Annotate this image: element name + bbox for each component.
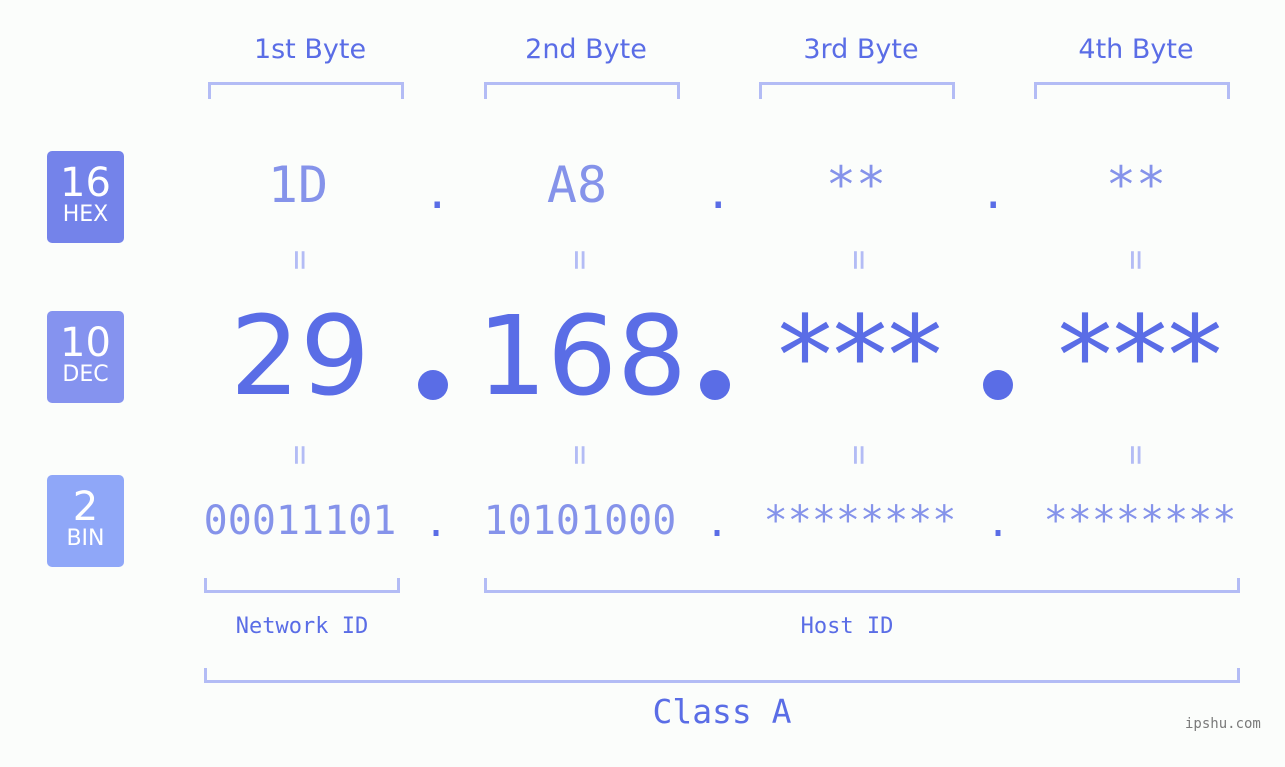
- equals-icon: =: [280, 249, 320, 271]
- byte-header-4: 4th Byte: [1078, 34, 1194, 65]
- equals-icon: =: [1116, 444, 1156, 466]
- host-id-bracket: [484, 578, 1240, 593]
- host-id-label: Host ID: [800, 614, 894, 639]
- dec-byte-2: 168: [477, 292, 687, 420]
- bin-dot-3: .: [986, 500, 1011, 546]
- class-label: Class A: [652, 692, 792, 731]
- equals-icon: =: [1116, 249, 1156, 271]
- byte-bracket-1: [208, 82, 404, 99]
- bin-badge-label: BIN: [66, 526, 105, 551]
- dec-byte-3: ***: [777, 292, 943, 420]
- equals-icon: =: [560, 249, 600, 271]
- equals-icon: =: [839, 444, 879, 466]
- byte-bracket-2: [484, 82, 680, 99]
- hex-badge: 16 HEX: [47, 151, 124, 243]
- hex-dot-2: .: [705, 168, 732, 219]
- byte-header-1: 1st Byte: [253, 34, 367, 65]
- equals-icon: =: [280, 444, 320, 466]
- hex-byte-4: **: [1105, 156, 1167, 214]
- hex-badge-number: 16: [60, 160, 111, 206]
- bin-badge: 2 BIN: [47, 475, 124, 567]
- dec-dot-3: [983, 370, 1013, 400]
- network-id-label: Network ID: [235, 614, 369, 639]
- byte-header-2: 2nd Byte: [525, 34, 647, 65]
- hex-badge-label: HEX: [62, 202, 109, 227]
- hex-dot-3: .: [980, 168, 1007, 219]
- equals-icon: =: [839, 249, 879, 271]
- bin-byte-2: 10101000: [483, 498, 677, 544]
- class-bracket: [204, 668, 1240, 683]
- hex-byte-1: 1D: [267, 156, 329, 214]
- hex-byte-2: A8: [546, 156, 608, 214]
- bin-dot-2: .: [705, 500, 730, 546]
- dec-byte-4: ***: [1057, 292, 1223, 420]
- dec-byte-1: 29: [230, 292, 370, 420]
- bin-dot-1: .: [424, 500, 449, 546]
- byte-header-3: 3rd Byte: [803, 34, 919, 65]
- watermark: ipshu.com: [1185, 716, 1261, 732]
- bin-badge-number: 2: [72, 484, 99, 530]
- dec-badge-number: 10: [60, 320, 111, 366]
- bin-byte-4: ********: [1043, 498, 1237, 544]
- bin-byte-1: 00011101: [203, 498, 397, 544]
- dec-dot-1: [418, 370, 448, 400]
- dec-badge-label: DEC: [62, 362, 109, 387]
- byte-bracket-4: [1034, 82, 1230, 99]
- hex-dot-1: .: [424, 168, 451, 219]
- byte-bracket-3: [759, 82, 955, 99]
- bin-byte-3: ********: [763, 498, 957, 544]
- dec-dot-2: [700, 370, 730, 400]
- equals-icon: =: [560, 444, 600, 466]
- hex-byte-3: **: [825, 156, 887, 214]
- dec-badge: 10 DEC: [47, 311, 124, 403]
- network-id-bracket: [204, 578, 400, 593]
